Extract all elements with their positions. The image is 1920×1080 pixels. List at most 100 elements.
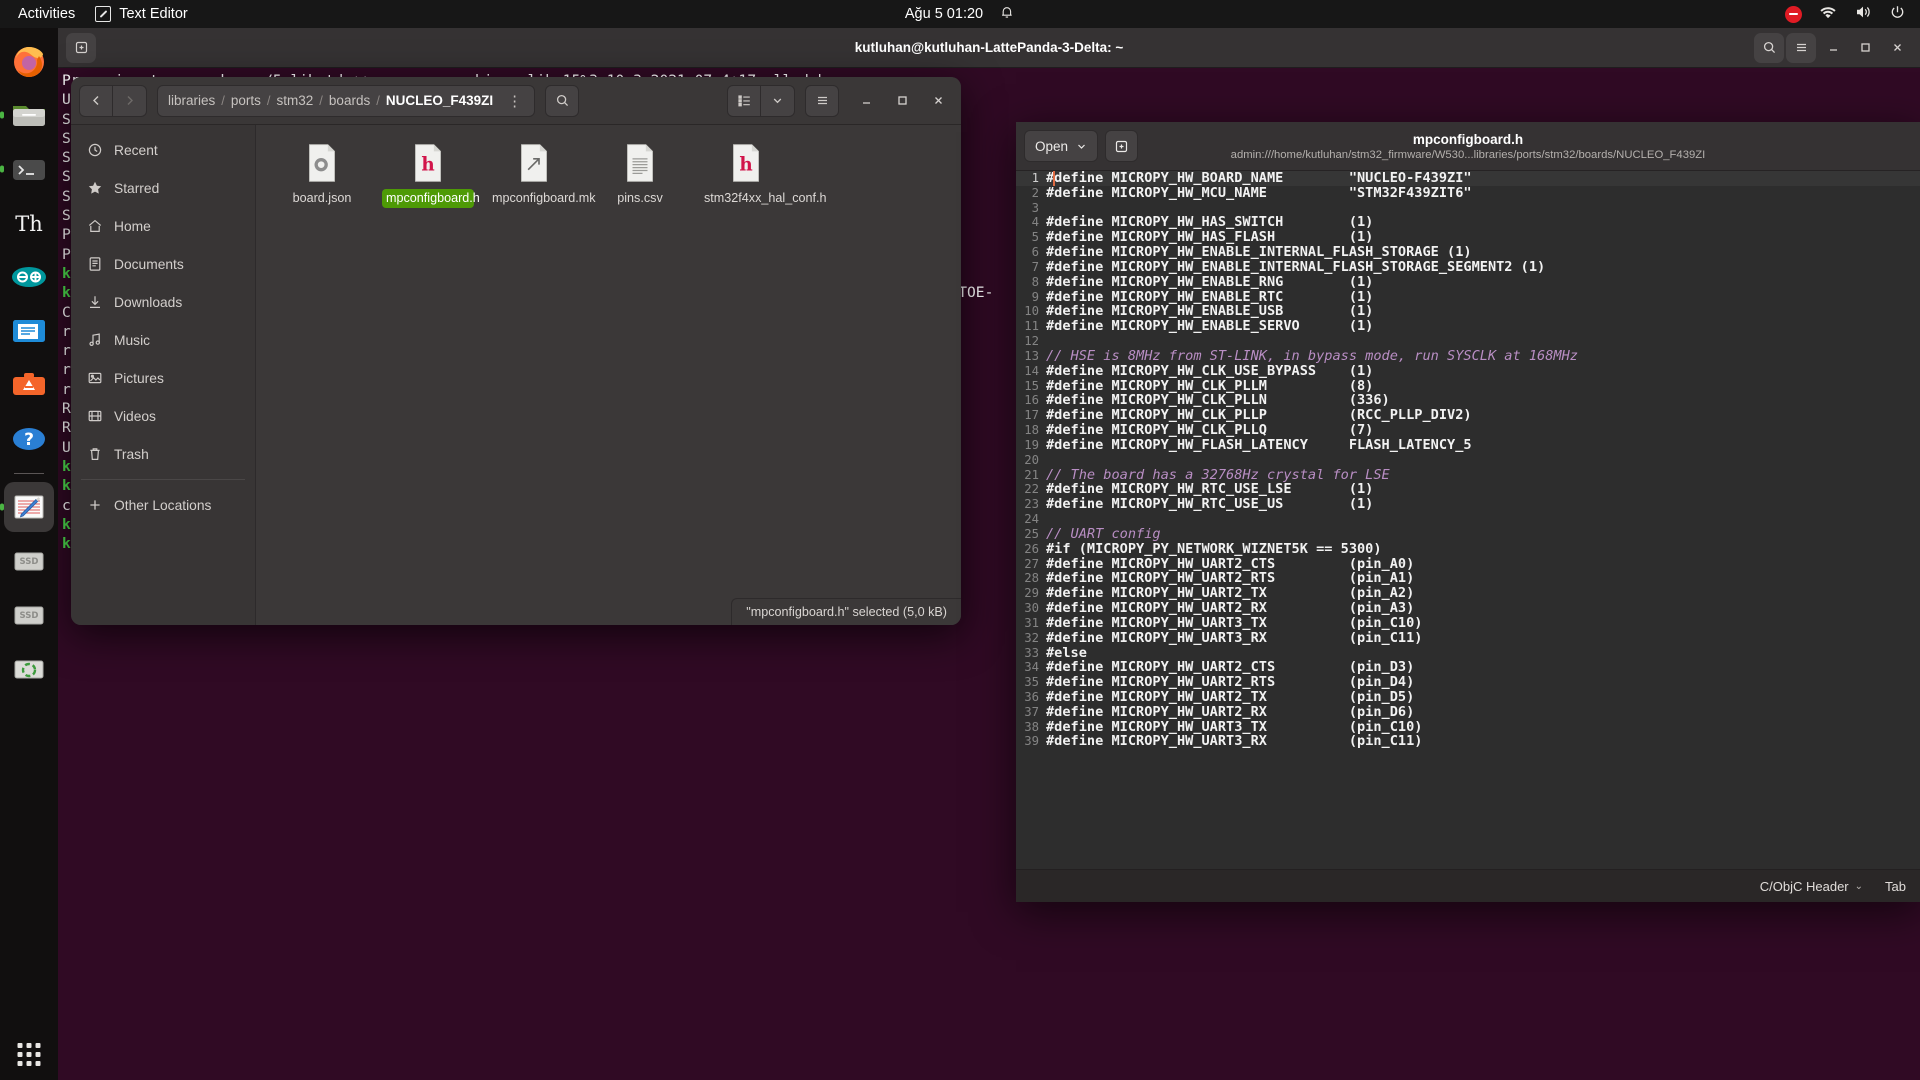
code-line: 34#define MICROPY_HW_UART2_CTS (pin_D3) (1016, 660, 1920, 675)
sidebar-item-documents[interactable]: Documents (71, 245, 255, 283)
code-line: 26#if (MICROPY_PY_NETWORK_WIZNET5K == 53… (1016, 542, 1920, 557)
file-item-board-json[interactable]: board.json (274, 139, 370, 208)
code-line-text: #define MICROPY_HW_UART3_RX (pin_C11) (1046, 631, 1422, 646)
code-line-text: #define MICROPY_HW_CLK_PLLM (8) (1046, 379, 1373, 394)
code-line-text: #define MICROPY_HW_ENABLE_RNG (1) (1046, 275, 1373, 290)
editor-code-area[interactable]: 1#define MICROPY_HW_BOARD_NAME "NUCLEO-F… (1016, 171, 1920, 869)
code-line: 20 (1016, 453, 1920, 468)
sidebar-item-music[interactable]: Music (71, 321, 255, 359)
sidebar-divider (81, 479, 245, 480)
sidebar-item-label: Videos (114, 409, 156, 424)
sidebar-item-trash[interactable]: Trash (71, 435, 255, 473)
maximize-icon[interactable] (887, 86, 917, 116)
code-line-number: 17 (1016, 408, 1046, 423)
dock-item-help[interactable]: ? (4, 414, 54, 464)
path-options-icon[interactable]: ⋮ (499, 92, 530, 110)
dock-item-files[interactable] (4, 90, 54, 140)
code-line-text: #define MICROPY_HW_UART3_TX (pin_C10) (1046, 616, 1422, 631)
minimize-icon[interactable] (1818, 33, 1848, 63)
code-line: 6#define MICROPY_HW_ENABLE_INTERNAL_FLAS… (1016, 245, 1920, 260)
dock-item-ubuntu-software[interactable] (4, 360, 54, 410)
clock-area[interactable]: Ağu 5 01:20 (905, 4, 1015, 24)
system-status-area[interactable] (1785, 3, 1906, 25)
file-item-stm32f4xx-hal-conf-h[interactable]: h stm32f4xx_hal_conf.h (698, 139, 794, 208)
wifi-icon[interactable] (1819, 3, 1837, 25)
sidebar-item-downloads[interactable]: Downloads (71, 283, 255, 321)
forward-icon[interactable] (113, 85, 147, 117)
code-line: 31#define MICROPY_HW_UART3_TX (pin_C10) (1016, 616, 1920, 631)
view-options-chevron-icon[interactable] (761, 85, 795, 117)
dock-item-ssd-drive-1[interactable]: SSD (4, 536, 54, 586)
sidebar-item-videos[interactable]: Videos (71, 397, 255, 435)
dock-item-disc-drive[interactable] (4, 644, 54, 694)
breadcrumb-item-2[interactable]: stm32 (271, 93, 320, 108)
code-line-text: #define MICROPY_HW_ENABLE_INTERNAL_FLASH… (1046, 260, 1545, 275)
sidebar-item-other-locations[interactable]: Other Locations (71, 486, 255, 524)
power-icon[interactable] (1889, 4, 1906, 25)
dock-item-arduino[interactable] (4, 252, 54, 302)
file-item-mpconfigboard-mk[interactable]: mpconfigboard.mk (486, 139, 582, 208)
new-tab-icon[interactable] (66, 33, 96, 63)
sidebar-item-label: Starred (114, 181, 159, 196)
terminal-titlebar[interactable]: kutluhan@kutluhan-LattePanda-3-Delta: ~ (58, 28, 1920, 68)
volume-icon[interactable] (1854, 3, 1872, 25)
activities-button[interactable]: Activities (0, 0, 85, 28)
code-line-number: 39 (1016, 734, 1046, 749)
dock-item-firefox[interactable] (4, 36, 54, 86)
hamburger-menu-icon[interactable] (805, 85, 839, 117)
file-item-mpconfigboard-h[interactable]: h mpconfigboard.h (380, 139, 476, 208)
dock-item-libreoffice-writer[interactable] (4, 306, 54, 356)
search-icon[interactable] (545, 85, 579, 117)
code-line-number: 25 (1016, 527, 1046, 542)
hamburger-menu-icon[interactable] (1786, 33, 1816, 63)
code-line: 33#else (1016, 646, 1920, 661)
close-icon[interactable] (923, 86, 953, 116)
tab-width-selector[interactable]: Tab (1885, 879, 1906, 894)
code-line-text: #define MICROPY_HW_UART2_CTS (pin_D3) (1046, 660, 1414, 675)
sidebar-item-pictures[interactable]: Pictures (71, 359, 255, 397)
code-line-number: 1 (1016, 171, 1046, 186)
language-selector[interactable]: C/ObjC Header ⌄ (1760, 879, 1863, 894)
do-not-disturb-icon[interactable] (1785, 6, 1802, 23)
code-line-number: 11 (1016, 319, 1046, 334)
dock-item-terminal[interactable] (4, 144, 54, 194)
sidebar-item-home[interactable]: Home (71, 207, 255, 245)
sidebar-item-recent[interactable]: Recent (71, 131, 255, 169)
svg-text:h: h (739, 155, 752, 176)
dock-item-ssd-drive-2[interactable]: SSD (4, 590, 54, 640)
sidebar-item-starred[interactable]: Starred (71, 169, 255, 207)
show-applications-grid[interactable] (18, 1043, 41, 1066)
breadcrumb-item-4[interactable]: NUCLEO_F439ZI (380, 93, 499, 108)
code-line-number: 20 (1016, 453, 1046, 468)
active-app-indicator[interactable]: Text Editor (85, 0, 198, 28)
code-line: 3 (1016, 201, 1920, 216)
code-line-text: #define MICROPY_HW_UART2_RX (pin_A3) (1046, 601, 1414, 616)
files-content-area[interactable]: board.json h mpconfigboard.h (256, 125, 961, 625)
close-icon[interactable] (1882, 33, 1912, 63)
code-line: 5#define MICROPY_HW_HAS_FLASH (1) (1016, 230, 1920, 245)
new-document-icon[interactable] (1105, 130, 1138, 162)
back-icon[interactable] (79, 85, 113, 117)
tab-label: Tab (1885, 879, 1906, 894)
list-view-icon[interactable] (727, 85, 761, 117)
search-icon[interactable] (1754, 33, 1784, 63)
active-app-label: Text Editor (119, 6, 188, 22)
dock-item-thonny[interactable]: Th (4, 198, 54, 248)
dock-item-text-editor[interactable] (4, 482, 54, 532)
sidebar-item-label: Home (114, 219, 151, 234)
minimize-icon[interactable] (851, 86, 881, 116)
breadcrumb[interactable]: libraries / ports / stm32 / boards / NUC… (157, 85, 535, 117)
code-line-number: 5 (1016, 230, 1046, 245)
code-line-text: #define MICROPY_HW_ENABLE_USB (1) (1046, 304, 1373, 319)
code-line-text: #define MICROPY_HW_CLK_PLLQ (7) (1046, 423, 1373, 438)
file-item-pins-csv[interactable]: pins.csv (592, 139, 688, 208)
thonny-icon: Th (9, 203, 49, 243)
code-line-number: 9 (1016, 290, 1046, 305)
breadcrumb-item-1[interactable]: ports (225, 93, 267, 108)
open-button[interactable]: Open (1024, 130, 1098, 162)
breadcrumb-item-0[interactable]: libraries (162, 93, 221, 108)
maximize-icon[interactable] (1850, 33, 1880, 63)
language-label: C/ObjC Header (1760, 879, 1849, 894)
bell-icon[interactable] (999, 4, 1015, 24)
breadcrumb-item-3[interactable]: boards (323, 93, 376, 108)
